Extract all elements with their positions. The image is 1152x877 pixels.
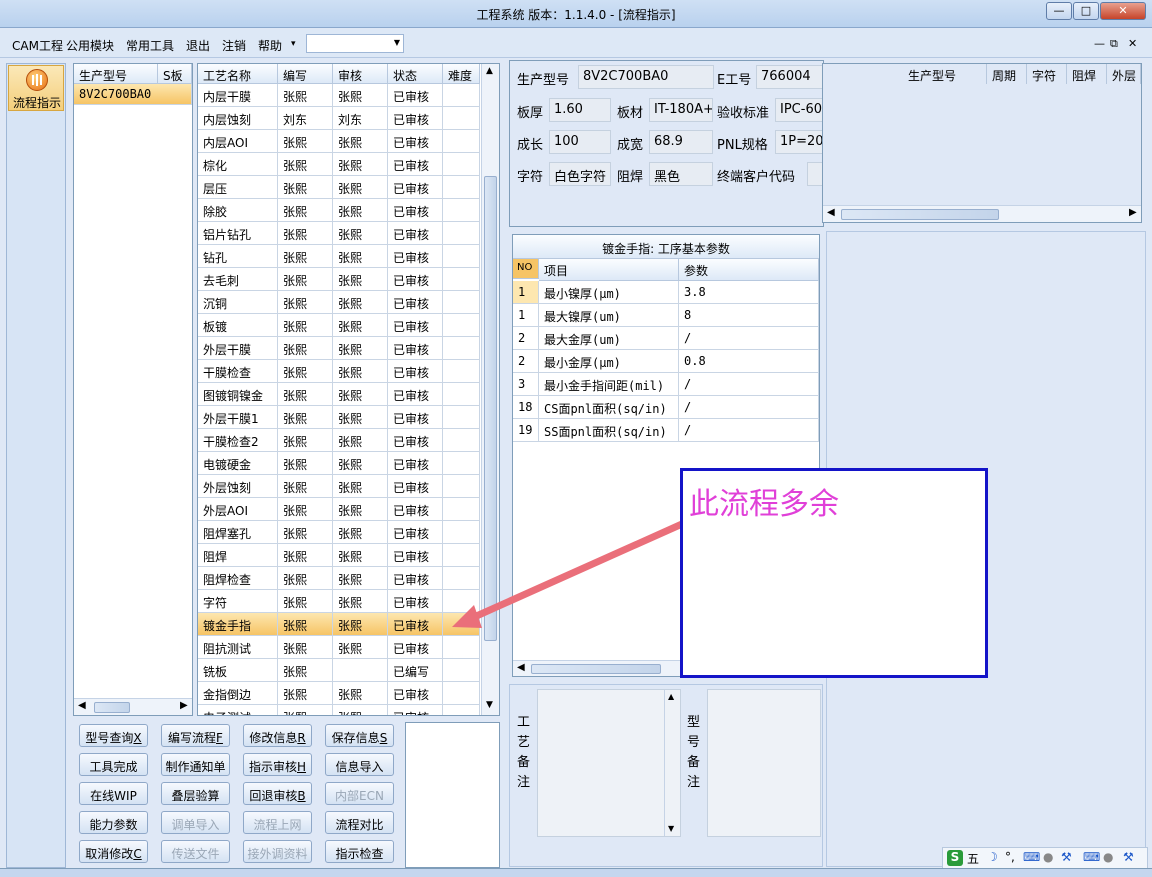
annotation-text: 此流程多余: [689, 487, 839, 522]
ime-punct-icon[interactable]: °,: [1005, 850, 1015, 864]
annotation-arrow: [452, 520, 686, 628]
wrench-icon[interactable]: ⚒: [1061, 850, 1072, 864]
keyboard-icon[interactable]: ⌨: [1023, 850, 1040, 864]
wrench-icon[interactable]: ⚒: [1123, 850, 1134, 864]
ime-wubi-icon[interactable]: 五: [967, 850, 979, 867]
user-icon[interactable]: ●: [1043, 850, 1053, 864]
user-icon[interactable]: ●: [1103, 850, 1113, 864]
ime-moon-icon[interactable]: ☽: [987, 850, 998, 864]
keyboard-icon[interactable]: ⌨: [1083, 850, 1100, 864]
taskbar: [0, 868, 1152, 877]
ime-logo-icon[interactable]: S: [947, 850, 963, 866]
ime-toolbar: S 五 ☽ °, ⌨ ● ⚒ ⌨ ● ⚒: [942, 847, 1148, 869]
annotation-box: 此流程多余: [680, 468, 988, 678]
